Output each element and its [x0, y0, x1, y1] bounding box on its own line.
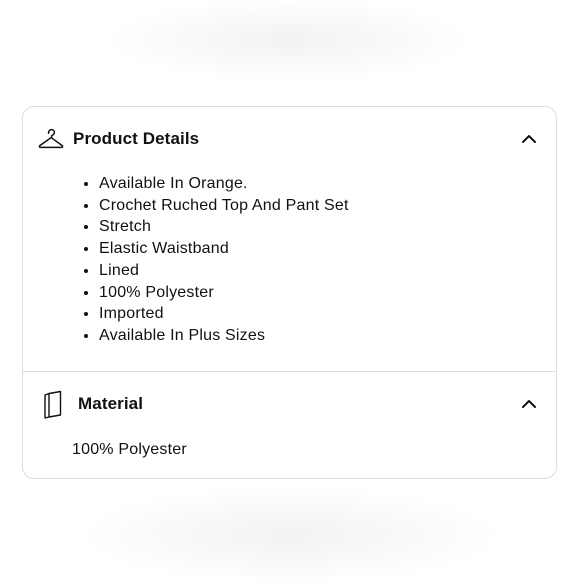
- list-item: Elastic Waistband: [84, 238, 349, 260]
- product-details-list: Available In Orange. Crochet Ruched Top …: [84, 173, 349, 347]
- material-title: Material: [78, 394, 144, 413]
- material-description: 100% Polyester: [72, 441, 187, 458]
- material-header[interactable]: Material: [23, 372, 556, 440]
- product-details-title: Product Details: [73, 129, 200, 148]
- list-item: Available In Plus Sizes: [84, 325, 349, 347]
- product-details-section: Product Details Available In Orange. Cro…: [23, 107, 556, 372]
- list-item: Crochet Ruched Top And Pant Set: [84, 195, 349, 217]
- list-item: Lined: [84, 260, 349, 282]
- chevron-up-icon[interactable]: [520, 131, 538, 147]
- product-info-card: Product Details Available In Orange. Cro…: [22, 106, 557, 479]
- list-item: Stretch: [84, 216, 349, 238]
- fabric-swatch-icon: [44, 390, 62, 419]
- material-section: Material 100% Polyester: [23, 372, 556, 478]
- product-details-header[interactable]: Product Details: [23, 107, 556, 175]
- list-item: 100% Polyester: [84, 282, 349, 304]
- list-item: Imported: [84, 303, 349, 325]
- chevron-up-icon[interactable]: [520, 396, 538, 412]
- hanger-icon: [38, 128, 64, 149]
- list-item: Available In Orange.: [84, 173, 349, 195]
